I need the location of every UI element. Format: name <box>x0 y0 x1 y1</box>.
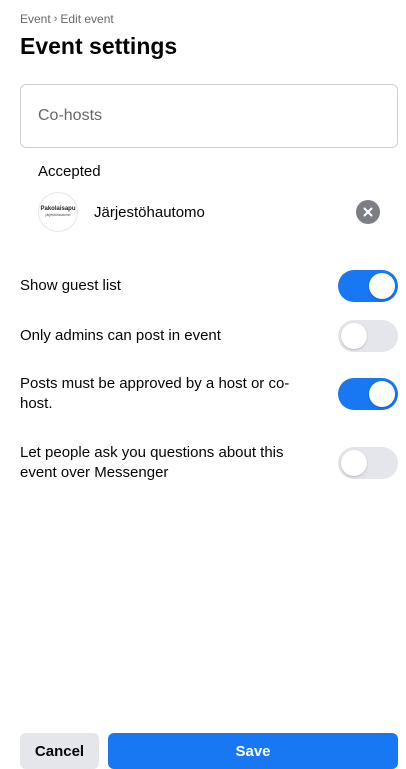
setting-label: Let people ask you questions about this … <box>20 444 284 481</box>
cancel-button[interactable]: Cancel <box>20 733 99 769</box>
cohosts-placeholder: Co-hosts <box>38 107 103 124</box>
setting-label: Only admins can post in event <box>20 327 221 344</box>
cohosts-input[interactable]: Co-hosts <box>20 84 398 148</box>
close-icon <box>363 207 373 217</box>
toggle-only-admins-post[interactable] <box>338 320 398 352</box>
breadcrumb-current: Edit event <box>60 12 114 26</box>
page-title: Event settings <box>20 33 178 59</box>
toggle-knob <box>341 450 367 476</box>
chevron-right-icon: › <box>53 13 58 25</box>
toggle-posts-approval[interactable] <box>338 378 398 410</box>
cohost-item: Pakolaisapu järjestöhautomo Järjestöhaut… <box>38 192 380 232</box>
setting-label: Posts must be approved by a host or co-h… <box>20 375 290 412</box>
setting-messenger-questions: Let people ask you questions about this … <box>20 443 398 483</box>
toggle-messenger-questions[interactable] <box>338 447 398 479</box>
close-circle-icon[interactable] <box>356 200 380 224</box>
toggle-show-guest-list[interactable] <box>338 270 398 302</box>
breadcrumb-parent[interactable]: Event <box>20 12 51 26</box>
setting-label: Show guest list <box>20 277 121 294</box>
cohost-name: Järjestöhautomo <box>94 203 205 221</box>
setting-posts-approval: Posts must be approved by a host or co-h… <box>20 374 398 414</box>
avatar-logo-subtext: järjestöhautomo <box>45 213 71 217</box>
breadcrumb: Event › Edit event <box>20 12 114 26</box>
save-button[interactable]: Save <box>108 733 398 769</box>
avatar: Pakolaisapu järjestöhautomo <box>38 192 78 232</box>
setting-only-admins-post: Only admins can post in event <box>20 320 398 352</box>
toggle-knob <box>369 381 395 407</box>
avatar-logo-text: Pakolaisapu <box>40 206 76 212</box>
toggle-knob <box>369 273 395 299</box>
toggle-knob <box>341 323 367 349</box>
accepted-label: Accepted <box>38 163 101 180</box>
setting-show-guest-list: Show guest list <box>20 270 398 302</box>
